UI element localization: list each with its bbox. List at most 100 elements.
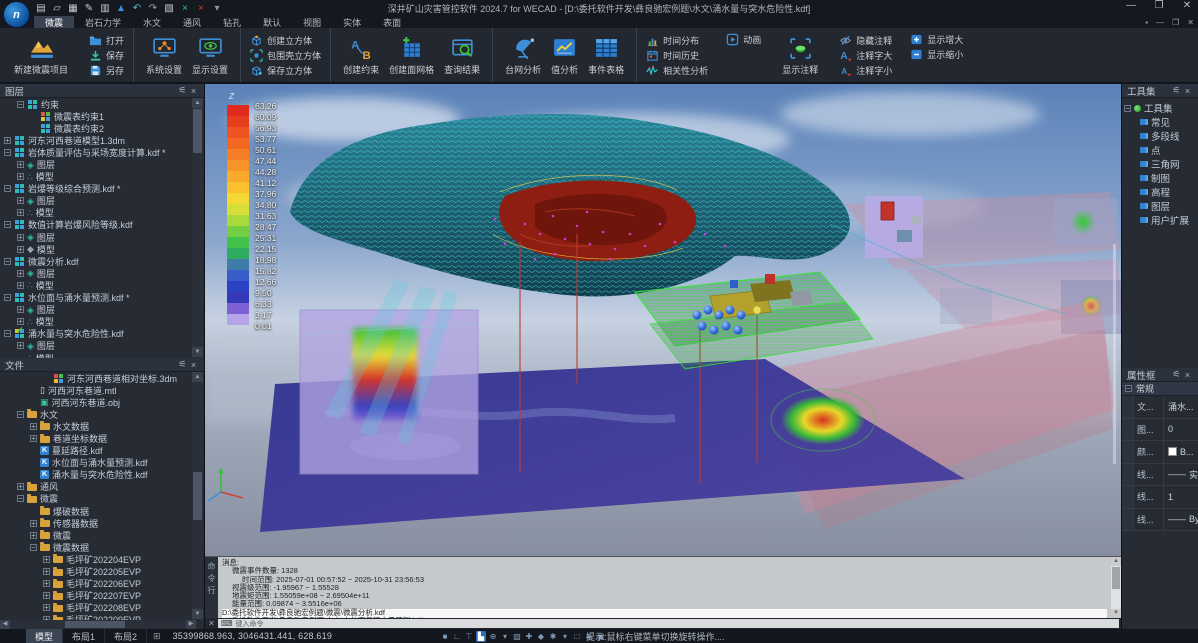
file-tree-item[interactable]: 爆破数据: [0, 505, 192, 517]
time-history-button[interactable]: 时间历史: [644, 49, 710, 62]
expand-toggle-icon[interactable]: +: [43, 592, 50, 599]
layer-tree-item[interactable]: +∴模型: [0, 171, 192, 183]
files-hscrollbar[interactable]: ◀ ▶: [0, 620, 196, 629]
save-button[interactable]: 保存: [87, 49, 126, 62]
animation-button[interactable]: 动画: [724, 33, 763, 46]
edit-icon[interactable]: ✎: [82, 2, 96, 15]
console-scrollbar[interactable]: ▲ ▼: [1111, 557, 1121, 618]
toolset-item-常见[interactable]: 常见: [1124, 115, 1198, 129]
time-dist-button[interactable]: 时间分布: [644, 34, 710, 47]
expand-toggle-icon[interactable]: +: [30, 435, 37, 442]
scroll-left-icon[interactable]: ◀: [0, 620, 10, 629]
print-icon[interactable]: ▥: [98, 2, 112, 15]
event-table-button[interactable]: 事件表格: [583, 34, 629, 77]
save-as-button[interactable]: 另存: [87, 64, 126, 77]
pin-icon[interactable]: ⚟: [1171, 369, 1182, 380]
hide-annotation-button[interactable]: 隐藏注释: [837, 34, 894, 47]
expand-toggle-icon[interactable]: +: [43, 604, 50, 611]
layer-tree-item[interactable]: +∴模型: [0, 207, 192, 219]
layer-tree-item[interactable]: +◈图层: [0, 267, 192, 279]
expand-toggle-icon[interactable]: +: [30, 520, 37, 527]
system-settings-button[interactable]: 系统设置: [141, 34, 187, 77]
file-tree-item[interactable]: K水位面与涌水量预测.kdf: [0, 457, 192, 469]
property-row[interactable]: 文...涌水...: [1122, 396, 1198, 419]
doc-close-button[interactable]: ✕: [1187, 18, 1194, 27]
expand-toggle-icon[interactable]: +: [43, 580, 50, 587]
layer-tree-item[interactable]: 微震表约束1: [0, 110, 192, 122]
layer-tree-item[interactable]: +◈图层: [0, 304, 192, 316]
expand-toggle-icon[interactable]: −: [4, 294, 11, 301]
expand-toggle-icon[interactable]: −: [4, 149, 11, 156]
face-grid-button[interactable]: 创建面网格: [384, 34, 439, 77]
close-icon[interactable]: ×: [1182, 86, 1193, 96]
file-tree-item[interactable]: +毛坪矿202208EVP: [0, 602, 192, 614]
menu-tab-视图[interactable]: 视图: [292, 16, 332, 28]
layer-tree-item[interactable]: −涌水量与突水危险性.kdf: [0, 328, 192, 340]
console-tab[interactable]: 命令行: [205, 557, 218, 618]
expand-toggle-icon[interactable]: +: [17, 173, 24, 180]
scroll-down-icon[interactable]: ▼: [1111, 609, 1121, 618]
dropdown-icon[interactable]: ▾: [210, 2, 224, 15]
file-tree-item[interactable]: −微震: [0, 493, 192, 505]
expand-toggle-icon[interactable]: +: [17, 483, 24, 490]
expand-toggle-icon[interactable]: −: [1124, 105, 1131, 112]
expand-toggle-icon[interactable]: −: [17, 495, 24, 502]
scroll-up-icon[interactable]: ▲: [192, 98, 203, 108]
scroll-up-icon[interactable]: ▲: [1111, 557, 1121, 566]
doc-pin-icon[interactable]: ▪: [1145, 18, 1148, 27]
toolset-item-高程[interactable]: 高程: [1124, 185, 1198, 199]
doc-restore-button[interactable]: ❐: [1172, 18, 1179, 27]
close-icon[interactable]: ×: [188, 360, 199, 370]
pin-icon[interactable]: ⚟: [177, 359, 188, 370]
expand-toggle-icon[interactable]: +: [17, 161, 24, 168]
query-result-button[interactable]: 查询结果: [439, 34, 485, 77]
menu-tab-默认[interactable]: 默认: [252, 16, 292, 28]
files-scrollbar[interactable]: ▲ ▼: [192, 372, 203, 619]
expand-toggle-icon[interactable]: −: [30, 544, 37, 551]
viewport-scrollbar[interactable]: [1113, 244, 1116, 464]
layer-tree-item[interactable]: +◈图层: [0, 231, 192, 243]
expand-toggle-icon[interactable]: +: [43, 568, 50, 575]
expand-toggle-icon[interactable]: +: [17, 342, 24, 349]
menu-tab-微震[interactable]: 微震: [34, 16, 74, 28]
properties-group-header[interactable]: − 常规: [1122, 382, 1198, 396]
pin-icon[interactable]: ⚟: [177, 85, 188, 96]
scroll-down-icon[interactable]: ▼: [192, 609, 203, 619]
file-tree-item[interactable]: +毛坪矿202205EVP: [0, 566, 192, 578]
file-tree-item[interactable]: +毛坪矿202207EVP: [0, 590, 192, 602]
new-project-button[interactable]: 新建微震项目: [9, 34, 73, 77]
property-row[interactable]: 线...——实...: [1122, 464, 1198, 487]
layer-tree-item[interactable]: −约束: [0, 98, 192, 110]
new-layout-icon[interactable]: ⊞: [147, 631, 167, 642]
file-tree-item[interactable]: −微震数据: [0, 541, 192, 553]
layer-tree-item[interactable]: +◆模型: [0, 243, 192, 255]
value-analysis-button[interactable]: 值分析: [546, 34, 583, 77]
expand-toggle-icon[interactable]: +: [17, 209, 24, 216]
show-annotation-button[interactable]: 显示注释: [777, 34, 823, 77]
status-toggle-icon[interactable]: ✚: [524, 631, 534, 642]
layer-tree-item[interactable]: −岩爆等级综合预测.kdf *: [0, 183, 192, 195]
toolset-item-三角网[interactable]: 三角网: [1124, 157, 1198, 171]
menu-tab-实体[interactable]: 实体: [332, 16, 372, 28]
status-toggle-icon[interactable]: ◆: [536, 631, 546, 642]
collapse-icon[interactable]: −: [1125, 385, 1132, 392]
property-row[interactable]: 线...1: [1122, 486, 1198, 509]
toolset-item-点[interactable]: 点: [1124, 143, 1198, 157]
status-toggle-icon[interactable]: ⊕: [488, 631, 498, 642]
display-settings-button[interactable]: 显示设置: [187, 34, 233, 77]
expand-toggle-icon[interactable]: +: [17, 270, 24, 277]
file-tree-item[interactable]: −水文: [0, 408, 192, 420]
property-row[interactable]: 图...0: [1122, 419, 1198, 442]
layer-tree-item[interactable]: −数值计算岩爆风险等级.kdf: [0, 219, 192, 231]
layout-tab-布局2[interactable]: 布局2: [105, 629, 147, 643]
file-tree-item[interactable]: 河东河西巷道相对坐标.3dm: [0, 372, 192, 384]
expand-toggle-icon[interactable]: −: [4, 330, 11, 337]
console-output[interactable]: 消息:微震事件数量: 1328时间范围: 2025-07-01 00:57:52…: [218, 557, 1111, 618]
layer-tree-item[interactable]: +◈图层: [0, 158, 192, 170]
network-analysis-button[interactable]: 台网分析: [500, 34, 546, 77]
toolset-root[interactable]: −工具集: [1124, 101, 1198, 115]
layout-tab-布局1[interactable]: 布局1: [63, 629, 105, 643]
new-file-icon[interactable]: ▤: [34, 2, 48, 15]
close-button[interactable]: ✕: [1180, 0, 1194, 11]
menu-tab-钻孔[interactable]: 钻孔: [212, 16, 252, 28]
